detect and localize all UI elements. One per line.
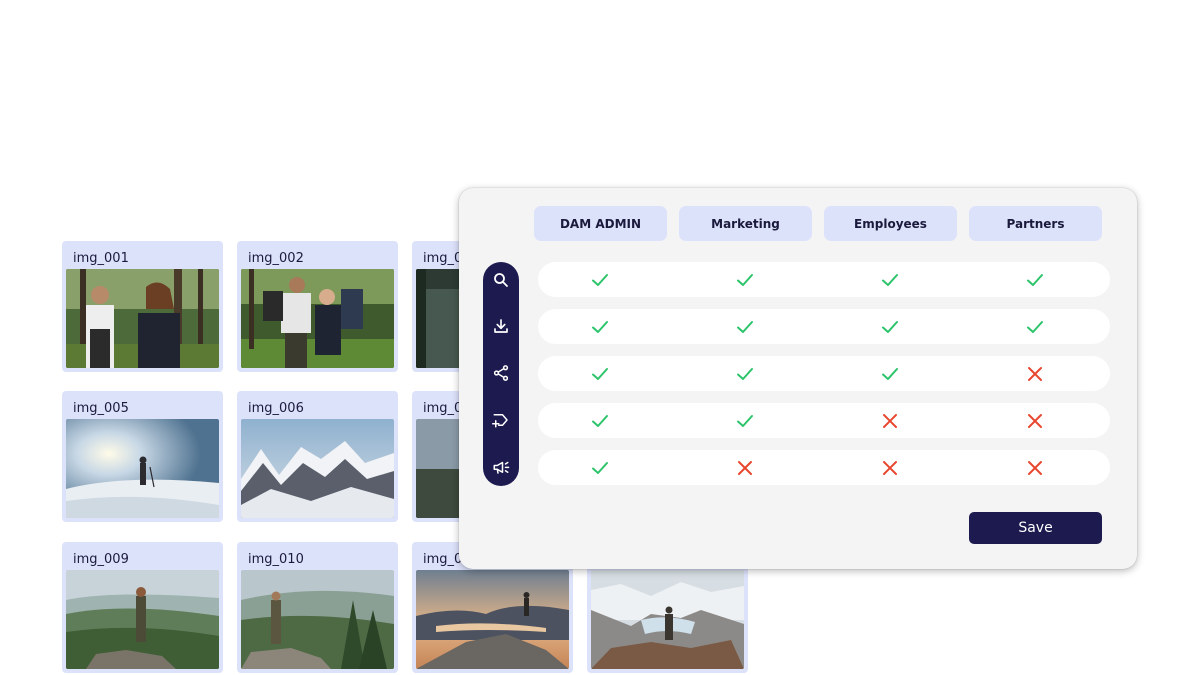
cross-icon[interactable] [1026,412,1044,430]
check-icon[interactable] [591,412,609,430]
image-tile-img-001[interactable]: img_001 [62,241,223,372]
image-name: img_005 [73,401,129,416]
permissions-panel: DAM ADMIN Marketing Employees Partners S… [459,188,1137,569]
image-thumbnail-sunset-fjord[interactable] [416,570,569,669]
check-icon[interactable] [736,412,754,430]
cross-icon[interactable] [1026,365,1044,383]
check-icon[interactable] [591,271,609,289]
permission-row-megaphone [538,450,1110,485]
image-name: img_0 [423,251,463,266]
check-icon[interactable] [736,365,754,383]
image-tile-img-010[interactable]: img_010 [237,542,398,673]
role-header-dam-admin: DAM ADMIN [534,206,667,241]
cross-icon[interactable] [1026,459,1044,477]
role-header-marketing: Marketing [679,206,812,241]
image-thumbnail-hiker-rocks[interactable] [241,570,394,669]
megaphone-icon[interactable] [489,455,513,479]
search-icon[interactable] [489,268,513,292]
tag-add-icon[interactable] [489,408,513,432]
image-thumbnail-snow-hiker-sun[interactable] [66,419,219,518]
check-icon[interactable] [591,459,609,477]
image-name: img_002 [248,251,304,266]
image-tile-img-009[interactable]: img_009 [62,542,223,673]
image-thumbnail-hikers-trail[interactable] [241,269,394,368]
cross-icon[interactable] [881,459,899,477]
save-button[interactable]: Save [969,512,1102,544]
image-thumbnail-hiker-overlook[interactable] [66,570,219,669]
check-icon[interactable] [591,318,609,336]
permission-row-download [538,309,1110,344]
check-icon[interactable] [736,271,754,289]
image-name: img_009 [73,552,129,567]
check-icon[interactable] [1026,318,1044,336]
cross-icon[interactable] [881,412,899,430]
check-icon[interactable] [881,318,899,336]
image-thumbnail-snowy-peaks[interactable] [241,419,394,518]
image-tile-img-005[interactable]: img_005 [62,391,223,522]
permission-row-share [538,356,1110,391]
action-toolbar [483,262,519,486]
check-icon[interactable] [881,365,899,383]
image-name: img_006 [248,401,304,416]
role-header-employees: Employees [824,206,957,241]
image-name: img_001 [73,251,129,266]
check-icon[interactable] [881,271,899,289]
permission-row-tag-add [538,403,1110,438]
image-tile-img-002[interactable]: img_002 [237,241,398,372]
cross-icon[interactable] [736,459,754,477]
image-name: img_0 [423,401,463,416]
check-icon[interactable] [736,318,754,336]
check-icon[interactable] [1026,271,1044,289]
download-icon[interactable] [489,314,513,338]
image-thumbnail-hikers-forest[interactable] [66,269,219,368]
image-tile-img-006[interactable]: img_006 [237,391,398,522]
permission-row-search [538,262,1110,297]
image-thumbnail-snowy-canyon[interactable] [591,570,744,669]
image-name: img_010 [248,552,304,567]
image-name: img_0 [423,552,463,567]
check-icon[interactable] [591,365,609,383]
share-icon[interactable] [489,361,513,385]
role-header-partners: Partners [969,206,1102,241]
